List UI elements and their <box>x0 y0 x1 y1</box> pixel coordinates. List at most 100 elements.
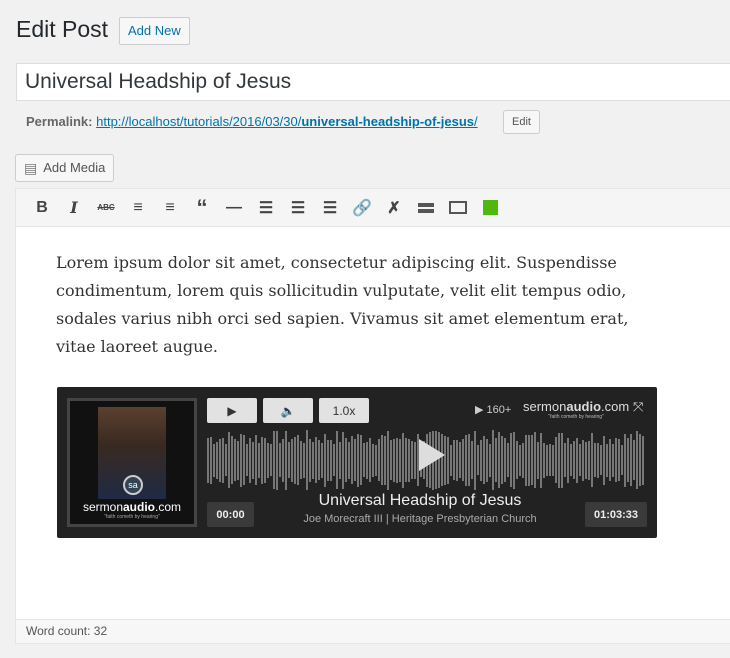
waveform-bar <box>321 442 323 478</box>
post-content[interactable]: Lorem ipsum dolor sit amet, consectetur … <box>56 249 656 361</box>
waveform-bar <box>447 436 449 484</box>
waveform-bar <box>456 439 458 481</box>
bulleted-list-icon[interactable]: ≡ <box>122 193 154 223</box>
waveform-bar <box>387 430 389 490</box>
waveform-bar <box>282 438 284 482</box>
waveform-bar <box>225 444 227 476</box>
align-right-icon[interactable]: ☰ <box>314 193 346 223</box>
strikethrough-icon[interactable]: ABC <box>90 193 122 223</box>
waveform-bar <box>405 438 407 482</box>
waveform-bar <box>303 442 305 478</box>
sermonaudio-logo[interactable]: sermonaudio.com "faith cometh by hearing" <box>523 399 629 420</box>
waveform-bar <box>522 442 524 478</box>
waveform-bar <box>504 438 506 482</box>
align-left-icon[interactable]: ☰ <box>250 193 282 223</box>
blockquote-icon[interactable]: “ <box>186 193 218 223</box>
waveform-bar <box>297 435 299 485</box>
waveform-bar <box>294 436 296 484</box>
waveform-bar <box>369 438 371 482</box>
horizontal-line-icon[interactable]: — <box>218 193 250 223</box>
waveform-bar <box>234 439 236 481</box>
waveform-bar <box>465 434 467 486</box>
waveform-bar <box>549 444 551 476</box>
share-icon[interactable]: ⤧ <box>633 399 643 415</box>
waveform-bar <box>333 444 335 476</box>
waveform-bar <box>258 442 260 478</box>
permalink-edit-button[interactable]: Edit <box>503 110 540 134</box>
permalink-link[interactable]: http://localhost/tutorials/2016/03/30/un… <box>96 114 478 129</box>
waveform-bar <box>483 436 485 484</box>
waveform-bar <box>534 432 536 488</box>
waveform-bar <box>243 435 245 485</box>
waveform-bar <box>519 444 521 476</box>
waveform-bar <box>552 444 554 476</box>
play-count: ▶ 160+ <box>475 404 512 416</box>
waveform-bar <box>222 437 224 483</box>
permalink-slash: / <box>474 114 478 129</box>
waveform-bar <box>363 443 365 477</box>
unlink-icon[interactable]: ✗ <box>378 193 410 223</box>
waveform-bar <box>528 434 530 486</box>
waveform-bar <box>360 435 362 485</box>
color-icon[interactable] <box>474 193 506 223</box>
waveform-bar <box>540 432 542 488</box>
numbered-list-icon[interactable]: ≡ <box>154 193 186 223</box>
waveform-bar <box>573 441 575 479</box>
waveform-bar <box>312 441 314 479</box>
waveform-bar <box>306 430 308 490</box>
waveform-bar <box>267 442 269 478</box>
waveform-bar <box>411 441 413 479</box>
waveform-bar <box>330 439 332 481</box>
waveform-bar <box>543 442 545 478</box>
waveform-bar <box>546 444 548 476</box>
waveform-bar <box>618 439 620 481</box>
waveform-bar <box>492 430 494 490</box>
add-media-button[interactable]: ▤ Add Media <box>15 154 115 182</box>
sermonaudio-player: sa sermonaudio.com "faith cometh by hear… <box>57 387 657 538</box>
waveform-bar <box>390 440 392 480</box>
waveform-bar <box>348 441 350 479</box>
add-new-button[interactable]: Add New <box>119 17 190 45</box>
waveform-bar <box>276 430 278 490</box>
waveform-bar <box>480 439 482 481</box>
volume-button[interactable]: 🔈 <box>263 398 313 423</box>
big-play-icon[interactable] <box>419 439 445 471</box>
link-icon[interactable]: 🔗 <box>346 193 378 223</box>
waveform-bar <box>489 443 491 477</box>
waveform-bar <box>219 438 221 482</box>
waveform-bar <box>579 444 581 476</box>
bold-icon[interactable]: B <box>26 193 58 223</box>
speed-button[interactable]: 1.0x <box>319 398 369 423</box>
waveform-bar <box>570 444 572 476</box>
waveform-bar <box>381 435 383 485</box>
waveform-bar <box>633 440 635 480</box>
waveform-bar <box>612 443 614 477</box>
waveform-bar <box>213 443 215 477</box>
waveform-bar <box>615 438 617 482</box>
waveform-bar <box>249 437 251 483</box>
post-title-input[interactable]: Universal Headship of Jesus <box>16 63 730 101</box>
waveform-bar <box>582 439 584 481</box>
waveform-bar <box>621 445 623 475</box>
waveform-bar <box>564 443 566 477</box>
read-more-icon[interactable] <box>410 193 442 223</box>
sermon-title: Universal Headship of Jesus <box>318 492 522 509</box>
media-icon: ▤ <box>24 160 38 176</box>
waveform-bar <box>288 442 290 478</box>
waveform-bar <box>495 438 497 482</box>
waveform-bar <box>471 441 473 479</box>
waveform-bar <box>591 433 593 487</box>
italic-icon[interactable]: I <box>58 193 90 223</box>
play-button[interactable]: ▶ <box>207 398 257 423</box>
waveform-bar <box>228 432 230 488</box>
waveform-bar <box>459 442 461 478</box>
permalink-label: Permalink: <box>26 114 93 129</box>
align-center-icon[interactable]: ☰ <box>282 193 314 223</box>
waveform-bar <box>252 441 254 479</box>
waveform-bar <box>606 443 608 477</box>
waveform-bar <box>594 443 596 477</box>
waveform-bar <box>339 441 341 479</box>
waveform-bar <box>597 442 599 478</box>
keyboard-icon[interactable] <box>442 193 474 223</box>
waveform-bar <box>477 445 479 475</box>
